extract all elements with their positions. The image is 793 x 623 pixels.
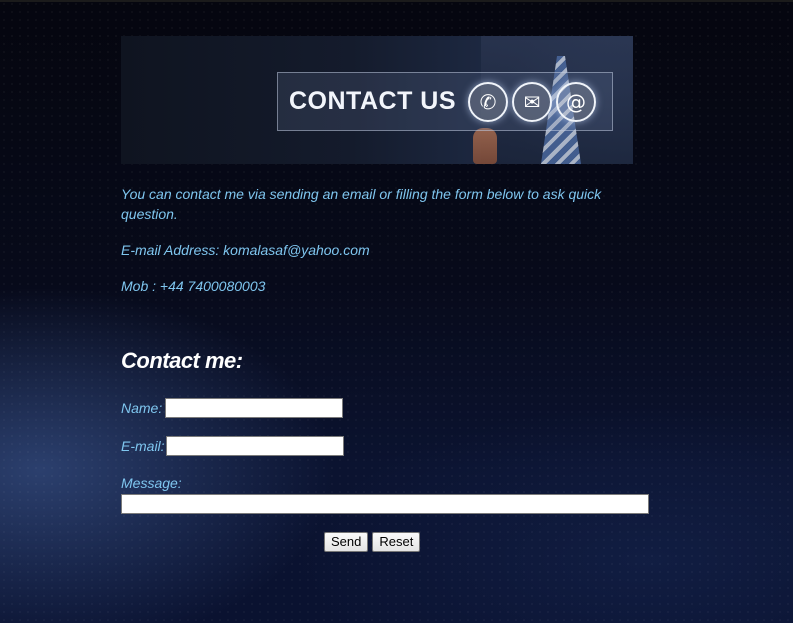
send-button[interactable]: Send <box>324 532 369 552</box>
contact-banner: CONTACT US ✆ ✉ @ <box>121 36 633 164</box>
intro-text: You can contact me via sending an email … <box>121 186 602 222</box>
banner-title: CONTACT US <box>289 87 457 115</box>
contact-us-box: CONTACT US ✆ ✉ @ <box>277 72 613 131</box>
contact-form-heading: Contact me: <box>121 348 243 373</box>
mobile-line: Mob : +44 7400080003 <box>121 278 266 294</box>
at-icon: @ <box>556 81 597 122</box>
banner-hand-graphic <box>473 128 497 164</box>
message-label: Message: <box>121 475 182 491</box>
page-content: CONTACT US ✆ ✉ @ You can contact me via … <box>121 36 651 552</box>
reset-button[interactable]: Reset <box>372 532 421 552</box>
email-address-line: E-mail Address: komalasaf@yahoo.com <box>121 242 370 258</box>
mail-icon: ✉ <box>512 81 553 122</box>
phone-icon: ✆ <box>468 81 509 122</box>
email-row: E-mail: <box>121 436 344 456</box>
name-label: Name: <box>121 400 163 416</box>
message-row: Message: <box>121 475 182 493</box>
name-row: Name: <box>121 398 344 418</box>
email-label: E-mail: <box>121 438 165 454</box>
name-input[interactable] <box>165 398 344 418</box>
email-input[interactable] <box>165 436 344 456</box>
top-border <box>0 0 793 2</box>
form-buttons: Send Reset <box>324 532 421 552</box>
message-input[interactable] <box>121 494 649 514</box>
